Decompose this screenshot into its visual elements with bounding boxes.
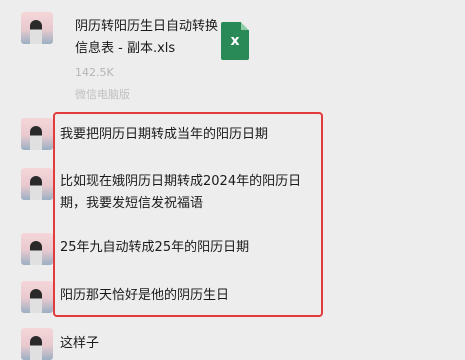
avatar[interactable] <box>21 168 53 200</box>
avatar[interactable] <box>21 233 53 265</box>
file-message-card[interactable]: 阴历转阳历生日自动转换信息表 - 副本.xls x 142.5K 微信电脑版 <box>63 8 263 101</box>
file-name: 阴历转阳历生日自动转换信息表 - 副本.xls <box>75 19 219 56</box>
avatar[interactable] <box>21 12 53 44</box>
avatar[interactable] <box>21 118 53 150</box>
avatar[interactable] <box>21 328 53 360</box>
avatar[interactable] <box>21 281 53 313</box>
excel-file-icon: x <box>221 22 249 60</box>
file-source-label: 微信电脑版 <box>75 88 130 101</box>
file-size: 142.5K <box>75 66 114 79</box>
highlight-box <box>53 112 323 317</box>
